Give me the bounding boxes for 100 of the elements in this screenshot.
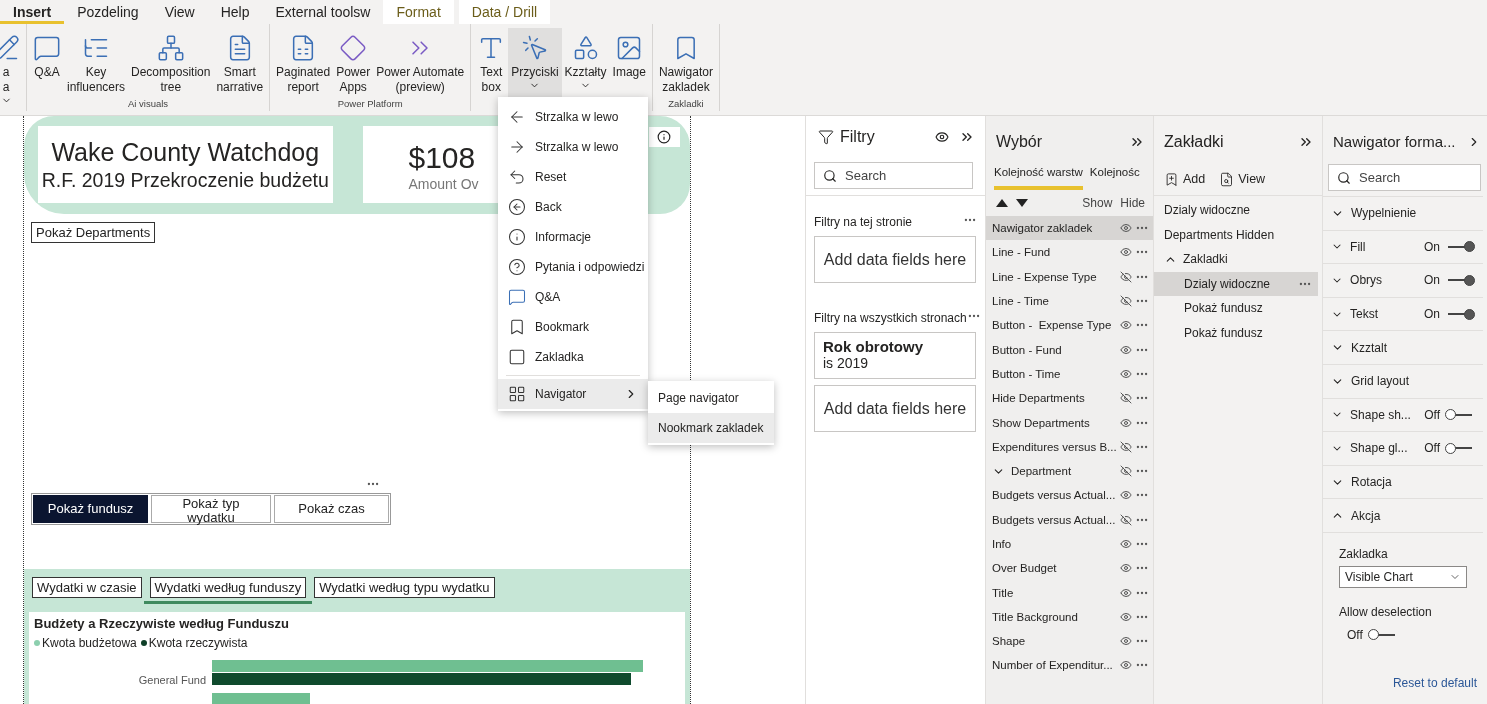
view-button[interactable]: Pokaż fundusz — [33, 495, 148, 523]
toggle-switch[interactable] — [1367, 628, 1398, 641]
list-entry[interactable]: Pokaż fundusz — [1154, 320, 1318, 345]
menu-item[interactable]: Strzalka w lewo — [498, 132, 648, 162]
layer-item[interactable]: Expenditures versus B... — [986, 434, 1153, 459]
layer-item[interactable]: Button - Fund — [986, 337, 1153, 362]
view-button[interactable]: Pokaż typ wydatku — [151, 495, 271, 523]
chart-tab[interactable]: Wydatki według typu wydatku — [314, 577, 495, 598]
layer-item[interactable]: Line - Expense Type — [986, 264, 1153, 289]
menu-item[interactable]: Back — [498, 192, 648, 222]
ribbon-button[interactable]: Przyciski — [508, 28, 562, 98]
layer-item[interactable]: Nawigator zakladek — [986, 216, 1153, 241]
drop-zone[interactable]: Add data fields here — [814, 385, 976, 432]
ribbon-button[interactable]: Decomposition tree — [128, 28, 214, 98]
reset-link[interactable]: Reset to default — [1392, 676, 1477, 690]
show-departments-button[interactable]: Pokaż Departments — [31, 222, 156, 243]
eye-off-icon[interactable] — [1120, 513, 1132, 526]
ribbon-button[interactable]: Nawigator zakladek — [655, 28, 716, 98]
toggle-switch[interactable] — [1445, 308, 1475, 321]
list-entry[interactable]: Departments Hidden — [1154, 222, 1318, 247]
format-section[interactable]: Shape sh... Off — [1323, 398, 1483, 433]
ribbon-button[interactable]: Power Automate (preview) — [373, 28, 468, 98]
ribbon-button[interactable]: Text box — [474, 28, 509, 98]
layer-item[interactable]: Button - Expense Type — [986, 313, 1153, 338]
ribbon-tab[interactable]: Help — [207, 0, 263, 24]
format-section[interactable]: Kzztalt — [1323, 331, 1483, 365]
format-section[interactable]: Akcja — [1323, 499, 1483, 533]
menu-item[interactable]: Bookmark — [498, 312, 648, 342]
ribbon-tab[interactable]: Pozdeling — [64, 0, 152, 24]
list-entry[interactable]: Dzialy widoczne — [1154, 271, 1318, 296]
toggle-switch[interactable] — [1445, 408, 1475, 421]
layer-item[interactable]: Title — [986, 580, 1153, 605]
pane-tab[interactable]: Kolejność warstw — [994, 166, 1083, 190]
layer-item[interactable]: Over Budget — [986, 556, 1153, 581]
eye-off-icon[interactable] — [1120, 465, 1132, 478]
eye-off-icon[interactable] — [1120, 295, 1132, 308]
eye-off-icon[interactable] — [1120, 440, 1132, 453]
layer-item[interactable]: Line - Time — [986, 288, 1153, 314]
layer-item[interactable]: Info — [986, 531, 1153, 557]
search-field[interactable]: Search — [814, 162, 973, 189]
format-section[interactable]: Grid layout — [1323, 364, 1483, 399]
layer-item[interactable]: Department — [986, 458, 1153, 484]
format-section[interactable]: Obrys On — [1323, 264, 1483, 298]
add-button[interactable]: Add — [1164, 171, 1206, 187]
eye-off-icon[interactable] — [1120, 270, 1132, 283]
info-button[interactable] — [648, 127, 680, 147]
toggle-switch[interactable] — [1445, 442, 1475, 455]
list-entry[interactable]: Pokaż fundusz — [1154, 296, 1318, 321]
layer-item[interactable]: Button - Time — [986, 361, 1153, 387]
ribbon-button[interactable]: Image — [609, 28, 649, 98]
ribbon-button[interactable]: Power Apps — [333, 28, 374, 98]
ribbon-button[interactable]: Kzztałty — [561, 28, 610, 98]
ribbon-tab[interactable]: Data / Drill — [458, 0, 551, 24]
chart-tab[interactable]: Wydatki w czasie — [32, 577, 142, 598]
format-section[interactable]: Rotacja — [1323, 465, 1483, 500]
menu-item[interactable]: Nookmark zakladek — [648, 413, 774, 443]
view-button[interactable]: View — [1219, 171, 1266, 187]
toggle-switch[interactable] — [1445, 274, 1475, 287]
eye-icon[interactable] — [935, 130, 949, 144]
chart-tab[interactable]: Wydatki według funduszy — [149, 577, 307, 598]
layer-item[interactable]: Hide Departments — [986, 386, 1153, 411]
ribbon-button[interactable]: Smart narrative — [213, 28, 267, 98]
menu-item[interactable]: Strzalka w lewo — [498, 102, 648, 132]
menu-item[interactable]: Q&A — [498, 282, 648, 312]
layer-item[interactable]: Shape — [986, 629, 1153, 654]
pane-tab[interactable]: Kolejnośc — [1089, 166, 1140, 190]
show-label[interactable]: Show — [1082, 196, 1113, 210]
down-triangle-icon[interactable] — [1016, 199, 1028, 207]
format-section[interactable]: Shape gl... Off — [1323, 432, 1483, 466]
menu-item[interactable]: Page navigator — [648, 383, 774, 413]
format-section[interactable]: Tekst On — [1323, 297, 1483, 332]
menu-item[interactable]: Navigator — [498, 379, 648, 409]
format-section[interactable]: Fill On — [1323, 230, 1483, 265]
ribbon-button[interactable]: Key influencers — [64, 28, 129, 98]
up-triangle-icon[interactable] — [996, 199, 1008, 207]
layer-item[interactable]: Number of Expenditur... — [986, 653, 1153, 678]
bookmark-dropdown[interactable]: Visible Chart — [1339, 565, 1467, 588]
menu-item[interactable]: Pytania i odpowiedzi — [498, 252, 648, 282]
layer-item[interactable]: Line - Fund — [986, 240, 1153, 265]
eye-off-icon[interactable] — [1120, 392, 1132, 405]
layer-item[interactable]: Budgets versus Actual... — [986, 507, 1153, 532]
ribbon-button[interactable]: Q&A — [30, 28, 64, 98]
layer-item[interactable]: Budgets versus Actual... — [986, 483, 1153, 508]
menu-item[interactable]: Zakladka — [498, 342, 648, 372]
search-field[interactable]: Search — [1328, 164, 1481, 191]
ribbon-tab[interactable]: External toolsw — [262, 0, 384, 24]
drop-zone[interactable]: Add data fields here — [814, 236, 976, 283]
menu-item[interactable]: Informacje — [498, 222, 648, 252]
list-entry[interactable]: Zakladki — [1154, 247, 1318, 272]
hide-label[interactable]: Hide — [1120, 196, 1145, 210]
layer-item[interactable]: Title Background — [986, 604, 1153, 630]
list-entry[interactable]: Dzialy widoczne — [1154, 198, 1318, 223]
layer-item[interactable]: Show Departments — [986, 410, 1153, 435]
menu-item[interactable]: Reset — [498, 162, 648, 192]
ribbon-tab[interactable]: Format — [383, 0, 454, 24]
view-button[interactable]: Pokaż czas — [274, 495, 389, 523]
filter-card[interactable]: Rok obrotowy is 2019 — [814, 332, 976, 379]
ribbon-tab[interactable]: View — [151, 0, 208, 24]
format-section[interactable]: Wypelnienie — [1323, 197, 1483, 231]
toggle-switch[interactable] — [1445, 240, 1475, 253]
